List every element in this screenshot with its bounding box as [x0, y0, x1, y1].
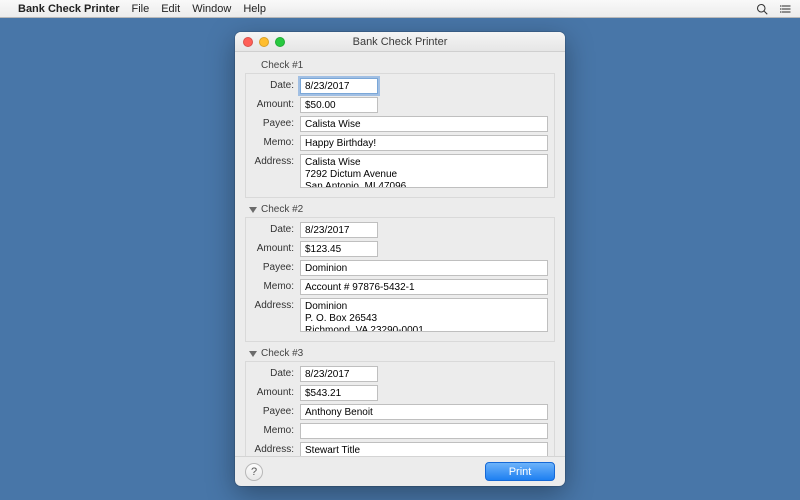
payee-label: Payee:: [252, 260, 300, 273]
check-header-label: Check #1: [261, 60, 303, 71]
menubar: Bank Check Printer File Edit Window Help: [0, 0, 800, 18]
check-section-1: Check #1 Date: Amount: Payee:: [245, 58, 555, 198]
check-header-3[interactable]: Check #3: [245, 346, 555, 361]
chevron-down-icon: [249, 351, 257, 357]
check-header-label: Check #3: [261, 348, 303, 359]
menu-window[interactable]: Window: [192, 3, 231, 15]
amount-label: Amount:: [252, 97, 300, 110]
amount-field[interactable]: [300, 241, 378, 257]
check-header-2[interactable]: Check #2: [245, 202, 555, 217]
menu-help[interactable]: Help: [243, 3, 266, 15]
payee-field[interactable]: [300, 260, 548, 276]
date-field[interactable]: [300, 78, 378, 94]
address-field[interactable]: [300, 442, 548, 456]
memo-label: Memo:: [252, 423, 300, 436]
check-body-2: Date: Amount: Payee: Memo:: [245, 217, 555, 342]
date-label: Date:: [252, 366, 300, 379]
address-label: Address:: [252, 298, 300, 311]
memo-field[interactable]: [300, 135, 548, 151]
check-body-3: Date: Amount: Payee: Memo:: [245, 361, 555, 456]
app-window: Bank Check Printer Check #1 Date: Amount…: [235, 32, 565, 486]
memo-field[interactable]: [300, 279, 548, 295]
memo-label: Memo:: [252, 135, 300, 148]
search-icon[interactable]: [756, 3, 768, 15]
payee-label: Payee:: [252, 404, 300, 417]
window-footer: ? Print: [235, 456, 565, 486]
desktop: Bank Check Printer Check #1 Date: Amount…: [0, 18, 800, 500]
close-icon[interactable]: [243, 37, 253, 47]
check-section-2: Check #2 Date: Amount: Payee:: [245, 202, 555, 342]
chevron-down-icon: [249, 207, 257, 213]
payee-field[interactable]: [300, 116, 548, 132]
address-label: Address:: [252, 154, 300, 167]
minimize-icon[interactable]: [259, 37, 269, 47]
amount-field[interactable]: [300, 97, 378, 113]
menu-edit[interactable]: Edit: [161, 3, 180, 15]
list-icon[interactable]: [780, 3, 792, 15]
memo-field[interactable]: [300, 423, 548, 439]
check-header-1[interactable]: Check #1: [245, 58, 555, 73]
date-field[interactable]: [300, 222, 378, 238]
payee-label: Payee:: [252, 116, 300, 129]
titlebar[interactable]: Bank Check Printer: [235, 32, 565, 52]
date-field[interactable]: [300, 366, 378, 382]
amount-field[interactable]: [300, 385, 378, 401]
address-field[interactable]: [300, 298, 548, 332]
memo-label: Memo:: [252, 279, 300, 292]
address-field[interactable]: [300, 154, 548, 188]
address-label: Address:: [252, 442, 300, 455]
check-body-1: Date: Amount: Payee: Memo:: [245, 73, 555, 198]
amount-label: Amount:: [252, 385, 300, 398]
date-label: Date:: [252, 78, 300, 91]
amount-label: Amount:: [252, 241, 300, 254]
date-label: Date:: [252, 222, 300, 235]
check-header-label: Check #2: [261, 204, 303, 215]
menubar-app-name[interactable]: Bank Check Printer: [18, 3, 119, 15]
payee-field[interactable]: [300, 404, 548, 420]
print-button[interactable]: Print: [485, 462, 555, 481]
zoom-icon[interactable]: [275, 37, 285, 47]
menu-file[interactable]: File: [131, 3, 149, 15]
help-button[interactable]: ?: [245, 463, 263, 481]
check-section-3: Check #3 Date: Amount: Payee:: [245, 346, 555, 456]
window-content: Check #1 Date: Amount: Payee:: [235, 52, 565, 456]
